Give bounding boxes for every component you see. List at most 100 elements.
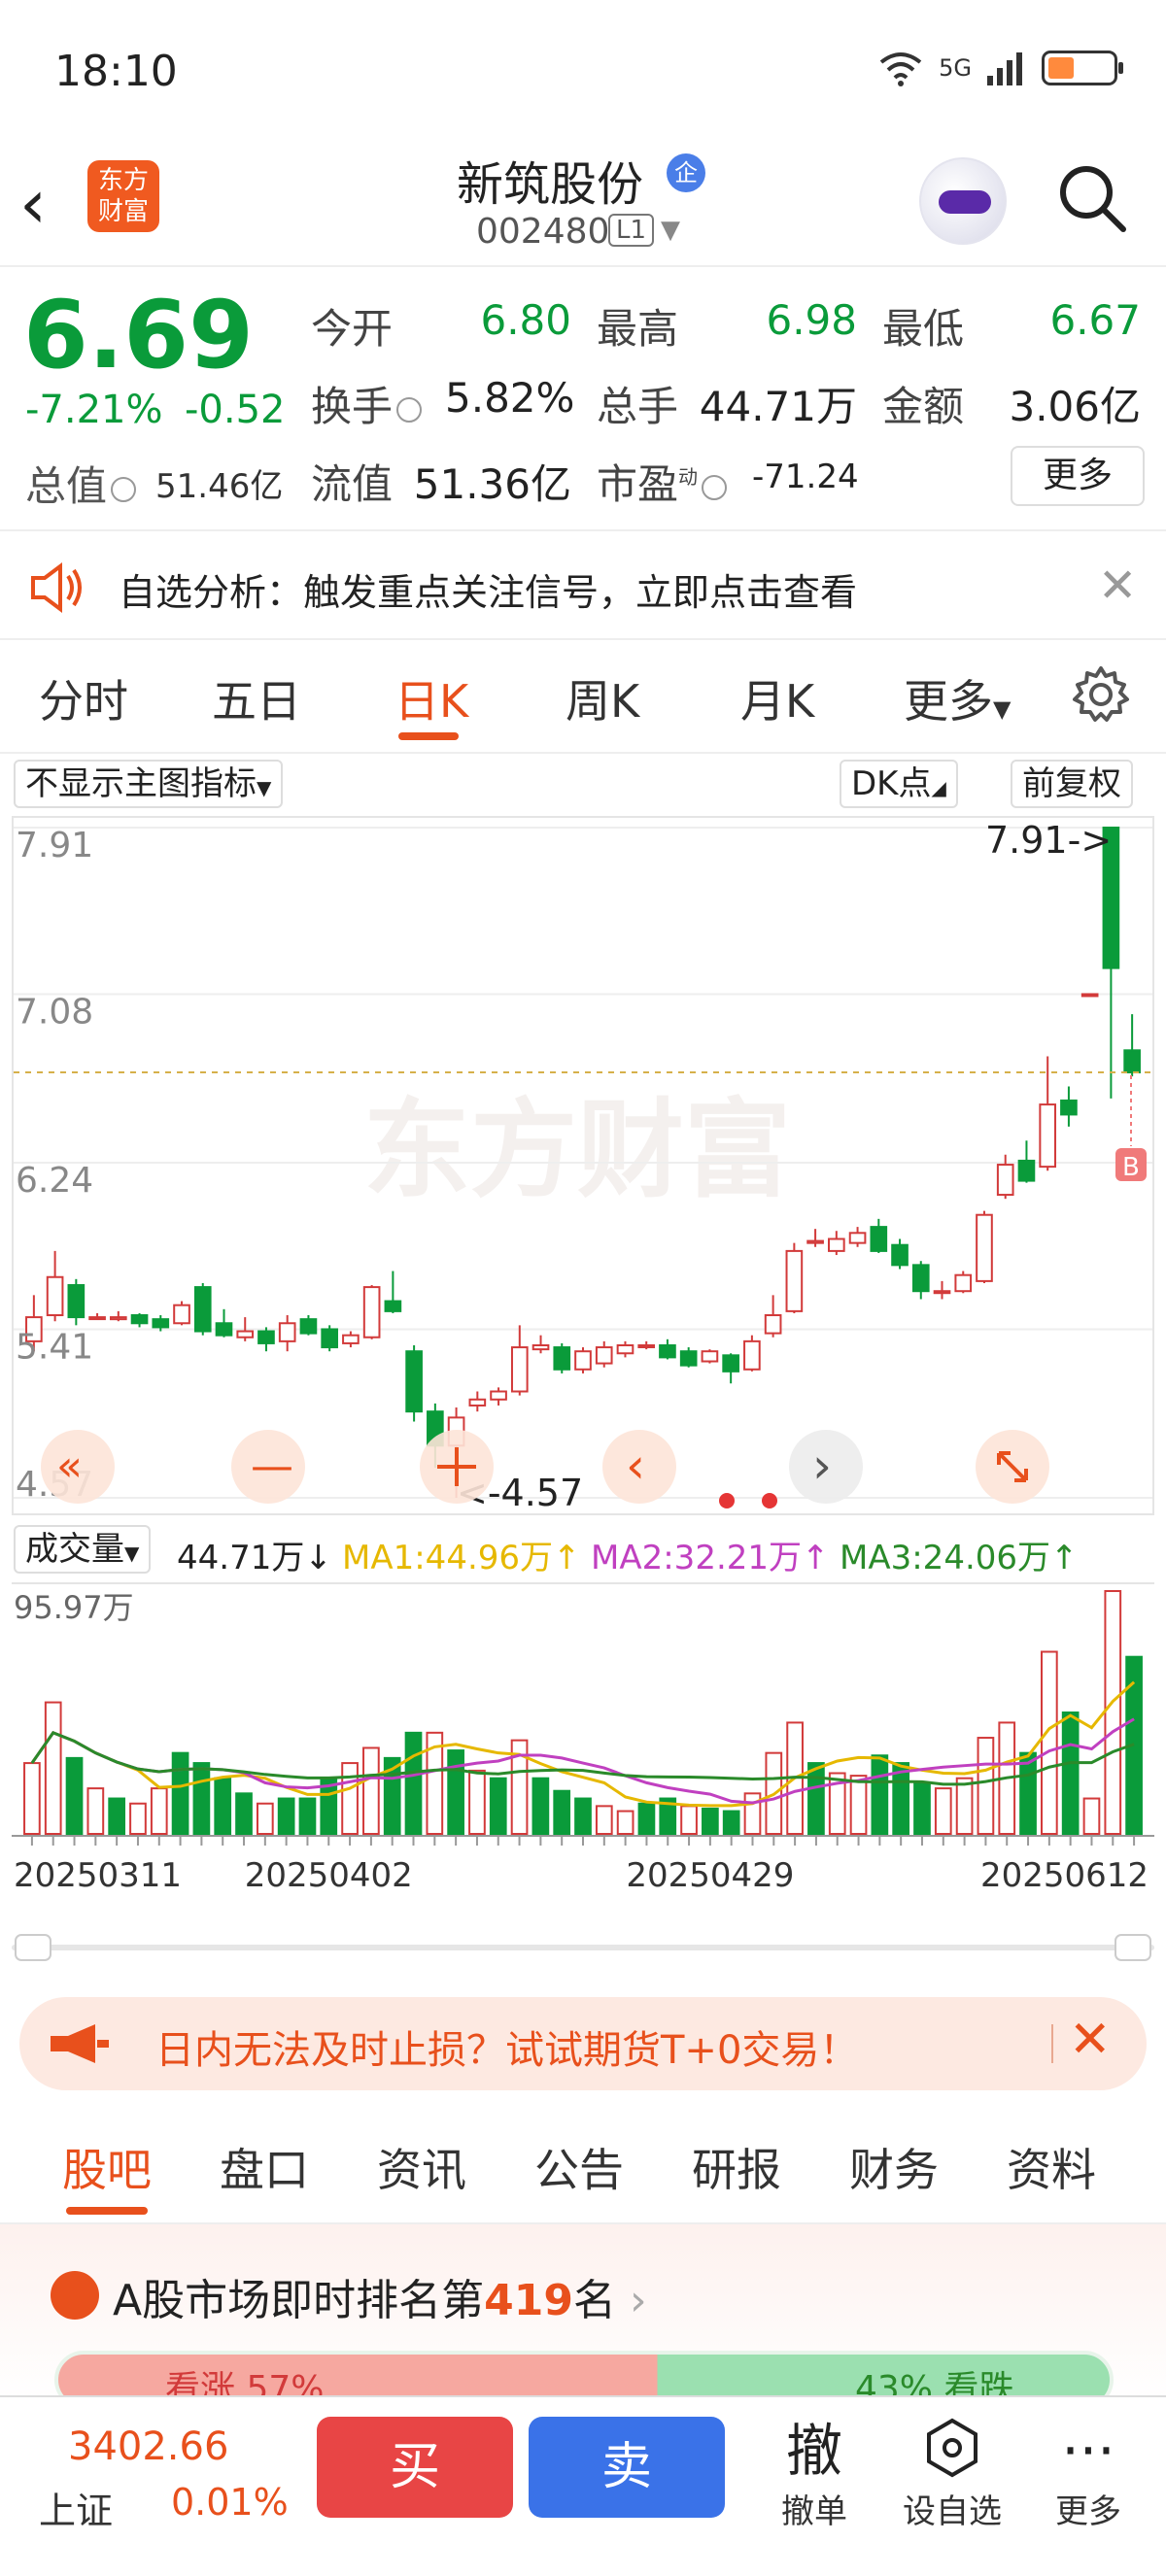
speaker-icon: [31, 562, 82, 613]
robot-assistant-avatar[interactable]: [919, 157, 1007, 245]
volume-bar: [934, 1787, 952, 1835]
turnover-value: 5.82%: [445, 374, 575, 422]
scroll-handle-left[interactable]: [15, 1934, 51, 1961]
volume-chart[interactable]: 95.97万 20250311 20250402 20250429 20250612: [12, 1581, 1154, 1895]
add-watchlist-button[interactable]: 设自选: [894, 2417, 1011, 2532]
stock-name: 新筑股份: [457, 157, 644, 212]
signal-icon: [987, 52, 1022, 85]
volume-bar: [680, 1805, 698, 1836]
info-icon[interactable]: [702, 474, 728, 500]
candle-body: [299, 1318, 318, 1335]
tab-news[interactable]: 资讯: [377, 2135, 466, 2199]
volume-bar: [171, 1751, 189, 1836]
kline-grid: [14, 827, 1152, 1499]
network-label: 5G: [939, 54, 972, 82]
watermark-text: 东方财富: [363, 1088, 791, 1212]
tab-order-book[interactable]: 盘口: [220, 2135, 309, 2199]
promo-divider: [1051, 2024, 1053, 2063]
tab-monthly-k[interactable]: 月K: [740, 666, 814, 730]
market-rank-section[interactable]: A股市场即时排名第419名 › 看涨 57% 43% 看跌: [0, 2224, 1166, 2409]
tab-financials[interactable]: 财务: [849, 2135, 939, 2199]
wifi-icon: [879, 52, 922, 86]
volume-bar: [743, 1792, 762, 1835]
volume-indicator-selector[interactable]: 成交量▼: [14, 1525, 152, 1574]
close-icon[interactable]: ✕: [1098, 559, 1137, 613]
dk-point-button[interactable]: DK点◢: [840, 760, 958, 808]
candle-body: [616, 1343, 634, 1355]
tab-five-day[interactable]: 五日: [212, 666, 301, 730]
futures-promo-banner[interactable]: 日内无法及时止损？试试期货T+0交易！ ✕: [19, 1997, 1147, 2090]
volume-svg[interactable]: 95.97万 20250311 20250402 20250429 20250612: [12, 1581, 1154, 1931]
tab-intraday[interactable]: 分时: [39, 666, 128, 730]
promo-text[interactable]: 日内无法及时止损？试试期货T+0交易！: [155, 2018, 858, 2075]
tab-more[interactable]: 更多▼: [904, 666, 1011, 730]
volume-bar: [404, 1731, 423, 1835]
info-icon[interactable]: [396, 396, 423, 423]
index-value[interactable]: 3402.66: [68, 2424, 228, 2469]
status-icons: 5G: [876, 49, 1123, 87]
more-button[interactable]: ··· 更多: [1040, 2417, 1137, 2532]
volume-bar: [595, 1805, 613, 1836]
rank-text[interactable]: A股市场即时排名第419名 ›: [113, 2265, 647, 2327]
volume-bar: [977, 1737, 995, 1836]
active-tab-indicator: [398, 732, 459, 740]
chevron-down-icon: ▼: [993, 695, 1012, 723]
candle-body: [130, 1314, 149, 1325]
info-icon[interactable]: [111, 476, 137, 502]
stock-code[interactable]: 002480: [476, 212, 609, 252]
chart-scrollbar[interactable]: [12, 1933, 1154, 1962]
adjust-button[interactable]: 前复权: [1011, 760, 1133, 808]
search-icon[interactable]: [1055, 161, 1129, 235]
volume-bar: [1082, 1797, 1101, 1836]
candle-body: [109, 1316, 127, 1321]
level-badge[interactable]: L1: [608, 214, 655, 247]
date-label: 20250311: [14, 1856, 182, 1895]
scroll-handle-right[interactable]: [1115, 1934, 1151, 1961]
candle-body: [595, 1346, 613, 1365]
indicator-selector[interactable]: 不显示主图指标▼: [14, 760, 284, 808]
candle-body: [848, 1232, 867, 1244]
candle-body: [257, 1330, 275, 1344]
kline-svg[interactable]: 东方财富 7.917.086.245.414.57 7.91-> <-4.57 …: [14, 818, 1152, 1514]
back-icon[interactable]: ‹: [19, 165, 78, 243]
alert-text[interactable]: 自选分析：触发重点关注信号，立即点击查看: [119, 562, 857, 616]
chevron-left-icon: ‹: [626, 1438, 645, 1494]
tab-announcements[interactable]: 公告: [534, 2135, 624, 2199]
analysis-alert[interactable]: 自选分析：触发重点关注信号，立即点击查看 ✕: [0, 533, 1166, 640]
tab-profile[interactable]: 资料: [1007, 2135, 1096, 2199]
low-value: 6.67: [1049, 296, 1141, 344]
close-icon[interactable]: ✕: [1069, 2011, 1112, 2069]
index-name[interactable]: 上证: [39, 2481, 113, 2534]
stock-header: ‹ 东方财富 新筑股份 企 002480 L1 ▼: [0, 146, 1166, 267]
app-logo[interactable]: 东方财富: [87, 160, 159, 232]
gear-icon[interactable]: [1071, 664, 1131, 725]
volume-bar: [235, 1792, 253, 1835]
volume-max-label: 95.97万: [14, 1589, 134, 1626]
kline-chart[interactable]: 东方财富 7.917.086.245.414.57 7.91-> <-4.57 …: [12, 816, 1154, 1515]
volume-bar: [913, 1781, 931, 1836]
volume-bar: [468, 1769, 486, 1835]
battery-icon: [1042, 51, 1123, 85]
candle-body: [193, 1286, 212, 1333]
volume-bar: [532, 1777, 550, 1835]
candle-body: [806, 1239, 824, 1244]
chevron-down-icon[interactable]: ▼: [661, 216, 680, 245]
volume-bar: [722, 1810, 740, 1835]
volume-bar: [256, 1802, 274, 1835]
quote-more-button[interactable]: 更多: [1011, 446, 1145, 506]
index-percent[interactable]: 0.01%: [171, 2481, 289, 2524]
buy-button[interactable]: 买: [317, 2417, 513, 2518]
candle-body: [236, 1330, 255, 1339]
volume-bar: [574, 1797, 592, 1836]
tab-weekly-k[interactable]: 周K: [566, 666, 639, 730]
tab-research[interactable]: 研报: [692, 2135, 781, 2199]
pe-value: -71.24: [752, 458, 859, 496]
volume-bar: [955, 1777, 974, 1835]
candle-body: [1123, 1049, 1141, 1074]
volume-bar: [849, 1775, 868, 1836]
cancel-glyph: 撤: [785, 2418, 842, 2484]
tab-daily-k[interactable]: 日K: [394, 666, 468, 730]
cancel-order-button[interactable]: 撤 撤单: [756, 2417, 873, 2532]
sell-button[interactable]: 卖: [529, 2417, 725, 2518]
tab-forum[interactable]: 股吧: [62, 2135, 152, 2199]
